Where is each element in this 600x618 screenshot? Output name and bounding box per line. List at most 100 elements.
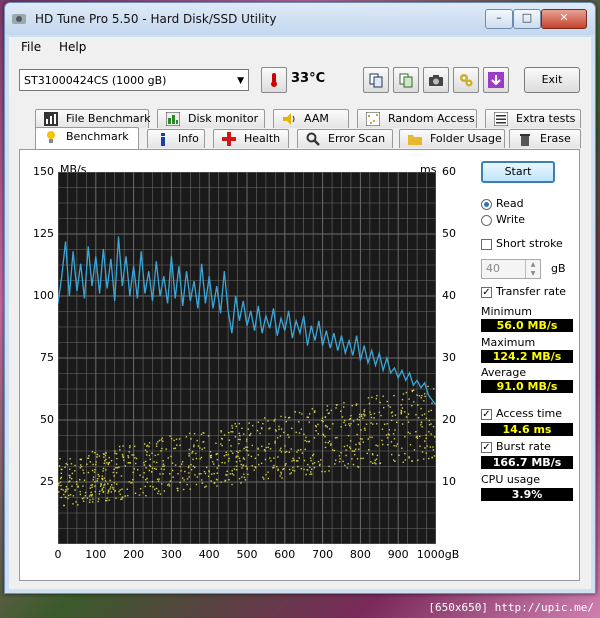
start-button[interactable]: Start bbox=[481, 161, 555, 183]
access-time-point bbox=[151, 452, 153, 454]
menu-file[interactable]: File bbox=[21, 40, 41, 54]
access-time-point bbox=[394, 414, 397, 416]
access-time-point bbox=[340, 426, 342, 428]
access-time-point bbox=[392, 459, 395, 461]
access-time-point bbox=[119, 493, 121, 495]
tab-aam[interactable]: AAM bbox=[273, 109, 349, 128]
access-time-point bbox=[192, 458, 194, 461]
tab-info[interactable]: Info bbox=[147, 129, 205, 148]
tab-erase[interactable]: Erase bbox=[509, 129, 581, 148]
access-time-point bbox=[142, 476, 144, 478]
title-bar[interactable]: HD Tune Pro 5.50 - Hard Disk/SSD Utility… bbox=[5, 3, 595, 35]
tab-health[interactable]: Health bbox=[213, 129, 289, 148]
access-time-point bbox=[93, 476, 95, 478]
short-stroke-spinner[interactable]: 40 ▲ ▼ bbox=[481, 259, 541, 279]
burst-rate-checkbox[interactable]: ✓ bbox=[481, 442, 492, 453]
read-label: Read bbox=[496, 197, 524, 210]
x-tick: 200 bbox=[123, 548, 145, 561]
access-time-point bbox=[277, 456, 279, 458]
save-button[interactable] bbox=[483, 67, 509, 93]
access-time-point bbox=[309, 466, 311, 469]
access-time-point bbox=[421, 426, 423, 428]
access-time-point bbox=[119, 489, 121, 491]
access-time-point bbox=[405, 391, 408, 394]
access-time-point bbox=[260, 462, 263, 465]
menu-help[interactable]: Help bbox=[59, 40, 86, 54]
access-time-point bbox=[80, 465, 83, 468]
temperature-button[interactable] bbox=[261, 67, 287, 93]
tab-label: Random Access bbox=[388, 112, 475, 125]
access-time-point bbox=[59, 457, 61, 460]
access-time-point bbox=[416, 394, 418, 396]
maximize-button[interactable]: □ bbox=[513, 9, 541, 29]
tab-folder-usage[interactable]: Folder Usage bbox=[399, 129, 505, 148]
access-time-point bbox=[365, 423, 368, 425]
access-time-point bbox=[127, 456, 130, 459]
spin-down-icon[interactable]: ▼ bbox=[525, 269, 540, 278]
access-time-point bbox=[231, 470, 233, 472]
access-time-point bbox=[309, 457, 312, 459]
access-time-point bbox=[420, 424, 422, 426]
access-time-point bbox=[70, 477, 73, 480]
access-time-point bbox=[160, 468, 163, 470]
access-time-point bbox=[210, 456, 212, 459]
tab-disk-monitor[interactable]: Disk monitor bbox=[157, 109, 265, 128]
access-time-point bbox=[157, 441, 159, 443]
access-time-point bbox=[150, 470, 153, 473]
write-radio[interactable] bbox=[481, 215, 492, 226]
access-time-point bbox=[157, 480, 160, 482]
tab-label: Health bbox=[244, 132, 281, 145]
access-time-point bbox=[79, 467, 82, 469]
stroke-unit-label: gB bbox=[551, 262, 566, 275]
average-label: Average bbox=[481, 366, 527, 379]
copy-all-button[interactable] bbox=[393, 67, 419, 93]
access-time-point bbox=[203, 432, 205, 434]
short-stroke-checkbox[interactable] bbox=[481, 239, 492, 250]
access-time-point bbox=[102, 467, 105, 470]
screenshot-button[interactable] bbox=[423, 67, 449, 93]
copy-info-button[interactable] bbox=[363, 67, 389, 93]
access-time-point bbox=[360, 429, 362, 431]
access-time-point bbox=[179, 465, 181, 468]
access-time-point bbox=[197, 445, 200, 447]
access-time-point bbox=[394, 460, 396, 462]
tab-benchmark[interactable]: Benchmark bbox=[35, 127, 139, 149]
access-time-point bbox=[122, 445, 124, 447]
close-button[interactable]: ✕ bbox=[541, 9, 587, 29]
exit-button[interactable]: Exit bbox=[524, 67, 580, 93]
options-button[interactable] bbox=[453, 67, 479, 93]
access-time-point bbox=[357, 466, 360, 468]
access-time-point bbox=[383, 423, 386, 426]
access-time-point bbox=[388, 429, 390, 431]
access-time-point bbox=[306, 440, 308, 443]
access-time-point bbox=[231, 452, 234, 454]
access-time-point bbox=[390, 419, 393, 422]
access-time-point bbox=[347, 463, 349, 465]
access-time-point bbox=[102, 490, 105, 493]
access-time-point bbox=[115, 467, 117, 469]
tab-extra-tests[interactable]: Extra tests bbox=[485, 109, 581, 128]
access-time-point bbox=[288, 468, 291, 471]
spin-up-icon[interactable]: ▲ bbox=[525, 260, 540, 269]
transfer-rate-checkbox[interactable]: ✓ bbox=[481, 287, 492, 298]
access-time-point bbox=[370, 422, 372, 424]
tab-error-scan[interactable]: Error Scan bbox=[297, 129, 393, 148]
access-time-point bbox=[201, 448, 203, 450]
minimize-button[interactable]: – bbox=[485, 9, 513, 29]
access-time-point bbox=[112, 486, 114, 489]
maximum-label: Maximum bbox=[481, 336, 536, 349]
read-radio[interactable] bbox=[481, 199, 492, 210]
access-time-checkbox[interactable]: ✓ bbox=[481, 409, 492, 420]
tab-random-access[interactable]: Random Access bbox=[357, 109, 477, 128]
access-time-point bbox=[143, 443, 146, 445]
drive-select[interactable]: ST31000424CS (1000 gB) ▼ bbox=[19, 69, 249, 91]
access-time-point bbox=[68, 474, 70, 477]
access-time-point bbox=[411, 460, 414, 462]
access-time-point bbox=[432, 425, 435, 428]
access-time-point bbox=[280, 471, 282, 473]
tab-file-benchmark[interactable]: File Benchmark bbox=[35, 109, 151, 128]
access-time-point bbox=[332, 449, 334, 451]
access-time-point bbox=[387, 404, 390, 407]
access-time-point bbox=[262, 476, 264, 479]
access-time-point bbox=[95, 463, 97, 466]
